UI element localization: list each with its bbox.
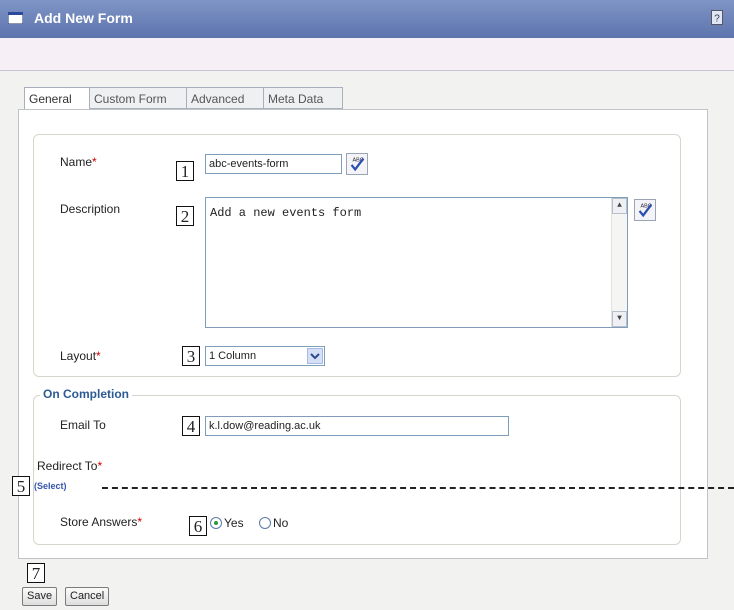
tab-meta-data[interactable]: Meta Data (263, 87, 343, 109)
window-title: Add New Form (34, 10, 133, 26)
callout-7: 7 (27, 563, 45, 583)
store-answers-yes-radio[interactable] (210, 517, 222, 529)
scroll-up-arrow-icon[interactable]: ▲ (612, 198, 627, 214)
callout-4: 4 (182, 416, 200, 436)
name-label: Name* (60, 155, 97, 169)
toolbar-strip (0, 38, 734, 71)
spellcheck-icon[interactable]: ABC (634, 199, 656, 221)
redirect-to-label: Redirect To* (37, 459, 102, 473)
description-scrollbar[interactable]: ▲ ▼ (611, 198, 627, 327)
layout-label: Layout* (60, 349, 101, 363)
required-mark: * (137, 515, 143, 529)
name-input[interactable]: abc-events-form (205, 154, 342, 174)
form-window-icon (8, 12, 23, 24)
store-answers-no-radio[interactable] (259, 517, 271, 529)
layout-select[interactable]: 1 Column (205, 346, 325, 366)
layout-label-text: Layout (60, 349, 97, 363)
scroll-down-arrow-icon[interactable]: ▼ (612, 311, 627, 327)
layout-selected-value: 1 Column (209, 350, 257, 362)
store-answers-no-label[interactable]: No (273, 516, 288, 530)
required-mark: * (96, 349, 101, 363)
cancel-button[interactable]: Cancel (65, 587, 110, 606)
callout-1: 1 (176, 161, 194, 181)
store-answers-yes-label[interactable]: Yes (224, 516, 244, 530)
radio-selected-dot (214, 521, 218, 525)
callout-6: 6 (189, 516, 207, 536)
description-text: Add a new events form (210, 206, 362, 220)
tab-general[interactable]: General (24, 87, 90, 110)
callout-5-leader-line (102, 487, 734, 489)
spellcheck-icon[interactable]: ABC (346, 153, 368, 175)
help-icon[interactable]: ? (711, 10, 723, 25)
required-mark: * (92, 155, 97, 169)
svg-text:?: ? (714, 14, 720, 25)
name-label-text: Name (60, 155, 93, 169)
required-mark: * (97, 459, 103, 473)
redirect-to-label-text: Redirect To (37, 459, 98, 473)
save-button[interactable]: Save (22, 587, 58, 606)
tab-custom-form[interactable]: Custom Form (89, 87, 187, 109)
description-label: Description (60, 202, 121, 216)
store-answers-label-text: Store Answers (60, 515, 138, 529)
tab-advanced[interactable]: Advanced (186, 87, 264, 109)
store-answers-label: Store Answers* (60, 515, 142, 529)
callout-5: 5 (12, 476, 30, 496)
chevron-down-icon[interactable] (307, 348, 323, 364)
callout-2: 2 (176, 206, 194, 226)
completion-legend: On Completion (40, 387, 132, 401)
callout-3: 3 (182, 346, 200, 366)
email-to-label: Email To (60, 418, 106, 432)
description-textarea[interactable]: Add a new events form ▲ ▼ (205, 197, 628, 328)
redirect-select-link[interactable]: (Select) (34, 481, 67, 491)
email-to-input[interactable]: k.l.dow@reading.ac.uk (205, 416, 509, 436)
